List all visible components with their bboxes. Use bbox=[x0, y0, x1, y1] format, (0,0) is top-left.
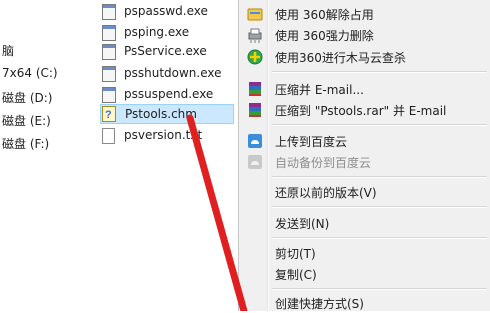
menu-separator bbox=[272, 237, 487, 239]
exe-icon bbox=[100, 86, 116, 103]
exe-icon bbox=[100, 43, 116, 60]
menu-item-360-force-delete[interactable]: 使用 360强力删除 bbox=[239, 25, 490, 45]
menu-item-label: 创建快捷方式(S) bbox=[275, 296, 364, 311]
menu-item-label: 剪切(T) bbox=[275, 246, 316, 261]
file-name: pspasswd.exe bbox=[124, 4, 208, 18]
exe-icon bbox=[100, 3, 116, 20]
file-name: Pstools.chm bbox=[125, 107, 197, 121]
menu-item-label: 压缩到 "Pstools.rar" 并 E-mail bbox=[275, 103, 447, 118]
navigation-pane: 脑 7x64 (C:) 磁盘 (D:) 磁盘 (E:) 磁盘 (F:) bbox=[0, 0, 60, 311]
exe-icon bbox=[100, 65, 116, 82]
menu-item-auto-backup-baidu: 自动备份到百度云 bbox=[239, 152, 490, 172]
nav-item-drive-c[interactable]: 7x64 (C:) bbox=[2, 66, 58, 80]
shield-scan-icon bbox=[247, 49, 263, 65]
nav-item-drive-d[interactable]: 磁盘 (D:) bbox=[2, 89, 52, 106]
menu-item-copy[interactable]: 复制(C) bbox=[239, 264, 490, 284]
menu-item-label: 发送到(N) bbox=[275, 216, 330, 231]
file-name: psversion.txt bbox=[124, 128, 203, 142]
nav-item-drive-e[interactable]: 磁盘 (E:) bbox=[2, 112, 51, 129]
menu-item-label: 压缩并 E-mail... bbox=[275, 82, 364, 97]
menu-item-360-trojan-scan[interactable]: 使用360进行木马云查杀 bbox=[239, 47, 490, 67]
menu-item-send-to[interactable]: 发送到(N) bbox=[239, 213, 490, 233]
file-name: psping.exe bbox=[124, 25, 190, 39]
shredder-icon bbox=[248, 28, 262, 43]
menu-item-label: 自动备份到百度云 bbox=[275, 155, 372, 170]
menu-item-label: 使用 360解除占用 bbox=[275, 7, 374, 22]
menu-item-label: 还原以前的版本(V) bbox=[275, 185, 377, 200]
menu-separator bbox=[272, 176, 487, 178]
menu-separator bbox=[272, 71, 487, 73]
nav-item-computer[interactable]: 脑 bbox=[2, 42, 14, 59]
baidu-cloud-backup-icon bbox=[248, 155, 262, 169]
baidu-cloud-icon bbox=[248, 134, 262, 148]
winrar-icon bbox=[249, 103, 261, 117]
unlock-icon bbox=[247, 8, 263, 21]
exe-icon bbox=[100, 24, 116, 41]
menu-separator bbox=[272, 124, 487, 126]
file-name: psshutdown.exe bbox=[124, 66, 222, 80]
winrar-icon bbox=[249, 82, 261, 96]
menu-item-label: 使用 360强力删除 bbox=[275, 28, 374, 43]
menu-item-cut[interactable]: 剪切(T) bbox=[239, 243, 490, 263]
file-row-pstools-chm[interactable]: ? Pstools.chm bbox=[100, 104, 234, 124]
menu-item-create-shortcut[interactable]: 创建快捷方式(S) bbox=[239, 293, 490, 313]
text-file-icon bbox=[100, 127, 116, 144]
menu-separator bbox=[272, 288, 487, 290]
menu-item-restore-previous[interactable]: 还原以前的版本(V) bbox=[239, 182, 490, 202]
menu-item-label: 上传到百度云 bbox=[275, 134, 348, 149]
menu-item-label: 复制(C) bbox=[275, 267, 317, 282]
file-list: pspasswd.exe psping.exe PsService.exe ps… bbox=[60, 0, 241, 311]
svg-text:?: ? bbox=[105, 109, 112, 121]
menu-item-upload-baidu[interactable]: 上传到百度云 bbox=[239, 131, 490, 151]
context-menu: 使用 360解除占用 使用 360强力删除 使用360进行木马云查杀 压缩并 E… bbox=[238, 0, 490, 311]
menu-item-label: 使用360进行木马云查杀 bbox=[275, 50, 406, 65]
nav-item-drive-f[interactable]: 磁盘 (F:) bbox=[2, 135, 49, 152]
menu-item-compress-rar-email[interactable]: 压缩到 "Pstools.rar" 并 E-mail bbox=[239, 100, 490, 120]
menu-item-360-unlock[interactable]: 使用 360解除占用 bbox=[239, 4, 490, 24]
menu-item-compress-email[interactable]: 压缩并 E-mail... bbox=[239, 79, 490, 99]
chm-help-icon: ? bbox=[101, 106, 117, 122]
file-name: PsService.exe bbox=[124, 44, 207, 58]
menu-separator bbox=[272, 206, 487, 208]
file-name: pssuspend.exe bbox=[124, 87, 214, 101]
